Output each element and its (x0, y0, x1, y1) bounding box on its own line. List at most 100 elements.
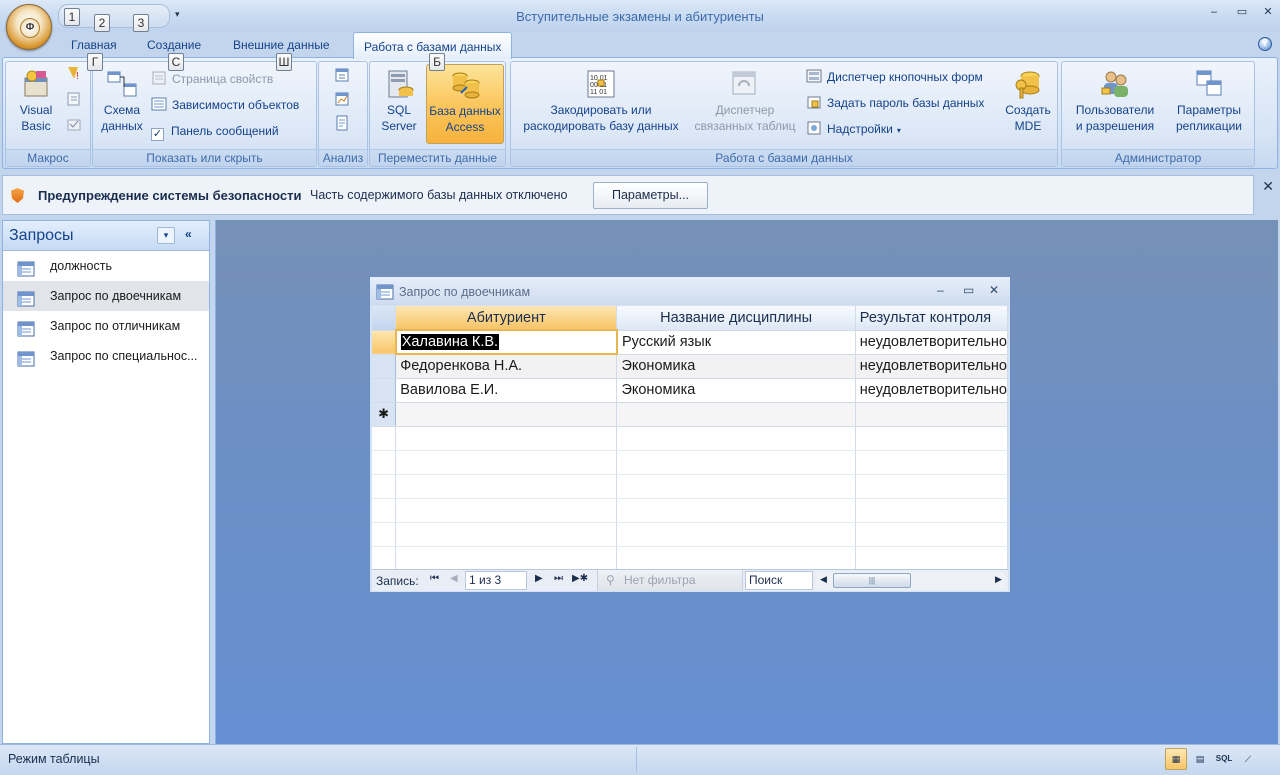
macro-debug-icon[interactable] (66, 116, 87, 136)
object-dependencies-button[interactable]: Зависимости объектов (151, 95, 299, 115)
column-header-result[interactable]: Результат контроля (855, 306, 1008, 331)
query-icon (17, 258, 35, 277)
property-sheet-button[interactable]: Страница свойств (151, 69, 273, 89)
table-cell[interactable] (616, 402, 856, 427)
filter-toggle-button[interactable]: ⚲ Нет фильтра (597, 570, 743, 591)
sql-server-button[interactable]: SQL Server (374, 68, 424, 134)
column-header-discipline[interactable]: Название дисциплины (616, 306, 856, 331)
status-view-mode: Режим таблицы (8, 752, 100, 766)
datasheet-view-icon[interactable]: ▦ (1165, 748, 1187, 770)
sql-view-icon[interactable]: SQL (1213, 748, 1235, 770)
encode-decode-button[interactable]: 10 0100 1111 01 Закодировать или раскоди… (515, 68, 687, 134)
row-selector[interactable] (372, 378, 397, 403)
search-input[interactable]: Поиск (745, 571, 813, 590)
table-cell[interactable]: Экономика (616, 378, 856, 403)
svg-text:11 01: 11 01 (590, 89, 607, 96)
table-cell[interactable]: Русский язык (616, 330, 856, 355)
scrollbar-thumb[interactable]: ||| (833, 573, 911, 588)
new-record-icon[interactable]: ✱ (372, 402, 397, 427)
analyze-table-icon[interactable] (334, 66, 355, 86)
query-window-titlebar[interactable]: Запрос по двоечникам – ▭ ✕ (370, 277, 1010, 305)
previous-record-icon[interactable]: ◀ (450, 573, 458, 584)
new-record-nav-icon[interactable]: ▶✱ (572, 573, 588, 584)
access-database-button[interactable]: База данных Access (426, 64, 504, 144)
title-bar: Ф 1 2 3 ▾ Вступительные экзамены и абиту… (0, 0, 1280, 50)
current-record-input[interactable]: 1 из 3 (465, 571, 527, 590)
group-admin: Пользователи и разрешения Параметры репл… (1061, 61, 1255, 167)
next-record-icon[interactable]: ▶ (535, 573, 543, 584)
table-cell[interactable]: неудовлетворительно (855, 354, 1008, 379)
addins-button[interactable]: Надстройки ▾ (806, 119, 901, 139)
nav-query-otlichniki[interactable]: Запрос по отличникам (3, 311, 209, 341)
nav-query-dolzhnost[interactable]: должность (3, 251, 209, 281)
maximize-button[interactable]: ▭ (1232, 5, 1252, 21)
window-title: Вступительные экзамены и абитуриенты (516, 9, 764, 24)
users-icon (1099, 68, 1131, 100)
table-cell[interactable]: Федоренкова Н.А. (395, 354, 618, 379)
object-dependencies-icon (151, 96, 167, 112)
table-row: Халавина К.В. Русский язык неудовлетвори… (372, 329, 1008, 355)
chevron-down-icon[interactable]: ▾ (157, 227, 175, 244)
row-selector[interactable] (372, 330, 397, 355)
row-selector[interactable] (372, 354, 397, 379)
table-cell[interactable] (855, 402, 1008, 427)
relationships-icon (106, 68, 138, 100)
close-button[interactable]: ✕ (1258, 5, 1278, 21)
create-mde-button[interactable]: Создать MDE (1001, 68, 1055, 134)
close-message-bar-icon[interactable]: ✕ (1262, 178, 1274, 195)
run-macro-icon[interactable]: ! (66, 64, 87, 84)
query-close-button[interactable]: ✕ (989, 283, 999, 297)
table-cell[interactable]: неудовлетворительно (855, 330, 1008, 355)
password-icon (806, 94, 822, 110)
keytip-database: Б (429, 53, 445, 71)
security-warning-title: Предупреждение системы безопасности (38, 188, 302, 203)
design-view-icon[interactable]: ⟋ (1237, 748, 1259, 770)
empty-row (372, 450, 1008, 475)
navigation-pane-title[interactable]: Запросы (9, 227, 74, 245)
query-minimize-button[interactable]: – (937, 283, 944, 297)
office-button[interactable]: Ф (6, 4, 52, 50)
message-bar-checkbox[interactable]: ✓ Панель сообщений (151, 121, 279, 141)
minimize-button[interactable]: – (1204, 5, 1224, 21)
visual-basic-button[interactable]: Visual Basic (10, 68, 62, 134)
checkbox-checked-icon: ✓ (151, 128, 164, 141)
documenter-icon[interactable] (334, 114, 355, 134)
linked-table-manager-button[interactable]: Диспетчер связанных таблиц (689, 68, 801, 134)
help-icon[interactable]: ? (1258, 37, 1272, 51)
switchboard-manager-button[interactable]: Диспетчер кнопочных форм (806, 67, 983, 87)
scroll-right-icon[interactable]: ▶ (995, 574, 1002, 585)
table-cell[interactable]: неудовлетворительно (855, 378, 1008, 403)
relationships-button[interactable]: Схема данных (97, 68, 147, 134)
datasheet-grid: Абитуриент Название дисциплины Результат… (372, 306, 1008, 569)
tab-create[interactable]: Создание (147, 38, 201, 52)
set-password-button[interactable]: Задать пароль базы данных (806, 93, 984, 113)
collapse-pane-icon[interactable]: « (185, 227, 192, 241)
macro-convert-icon[interactable] (66, 90, 87, 110)
last-record-icon[interactable]: ⏭ (554, 573, 563, 584)
tab-home[interactable]: Главная (71, 38, 117, 52)
table-cell[interactable]: Вавилова Е.И. (395, 378, 618, 403)
table-cell[interactable] (395, 402, 618, 427)
column-header-applicant[interactable]: Абитуриент (395, 306, 618, 331)
pivot-table-view-icon[interactable]: ▤ (1189, 748, 1211, 770)
replication-options-button[interactable]: Параметры репликации (1166, 68, 1252, 134)
nav-query-dvoechniki[interactable]: Запрос по двоечникам (3, 281, 209, 311)
access-database-icon (449, 69, 481, 101)
scroll-left-icon[interactable]: ◀ (820, 574, 827, 585)
query-maximize-button[interactable]: ▭ (963, 283, 974, 297)
table-cell[interactable]: Халавина К.В. (394, 329, 618, 355)
users-permissions-button[interactable]: Пользователи и разрешения (1066, 68, 1164, 134)
table-cell[interactable]: Экономика (616, 354, 856, 379)
analyze-performance-icon[interactable] (334, 90, 355, 110)
addins-icon (806, 120, 822, 136)
select-all-corner[interactable] (372, 306, 397, 331)
tab-external-data[interactable]: Внешние данные (233, 38, 330, 52)
options-button[interactable]: Параметры... (593, 182, 708, 209)
nav-query-specialnost[interactable]: Запрос по специальнос... (3, 341, 209, 371)
qat-keytip-3: 3 (133, 14, 149, 32)
filter-icon: ⚲ (606, 573, 615, 587)
query-icon (17, 288, 35, 307)
first-record-icon[interactable]: ⏮ (430, 573, 439, 584)
linked-table-icon (729, 68, 761, 100)
table-row: Федоренкова Н.А. Экономика неудовлетвори… (372, 354, 1008, 379)
